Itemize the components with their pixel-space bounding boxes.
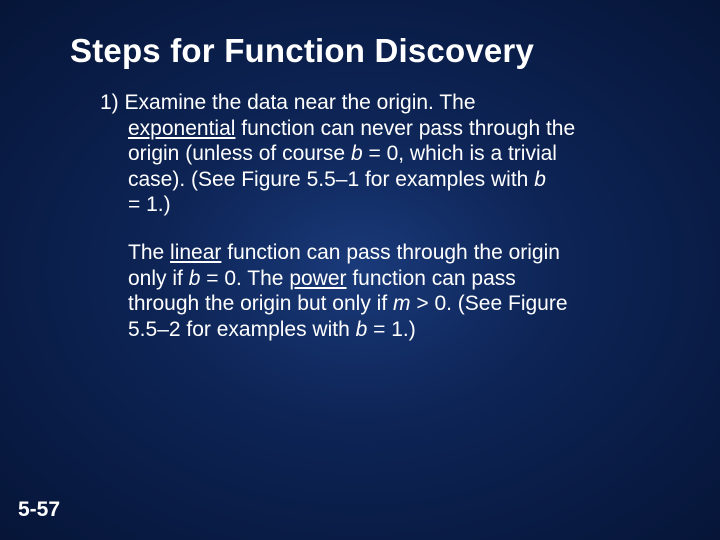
text: 1.)	[385, 318, 415, 341]
text: 1.)	[140, 193, 170, 216]
text: 0. (See Figure	[429, 292, 568, 315]
text-line: case). (See Figure 5.5–1 for examples wi…	[100, 167, 650, 193]
text-line: only if b = 0. The power function can pa…	[128, 266, 650, 292]
var-b: b	[189, 267, 207, 290]
text-line: = 1.)	[100, 192, 650, 218]
text: 5.5–2 for examples with	[128, 318, 356, 341]
text: case). (See Figure 5.5–1 for examples wi…	[128, 168, 534, 191]
equals-symbol: =	[368, 142, 380, 165]
text-line: 5.5–2 for examples with b = 1.)	[128, 317, 650, 343]
text: function can pass	[347, 267, 516, 290]
text: origin (unless of course	[128, 142, 351, 165]
text: only if	[128, 267, 189, 290]
equals-symbol: =	[373, 318, 385, 341]
underline-exponential: exponential	[128, 117, 235, 140]
slide: Steps for Function Discovery 1) Examine …	[0, 0, 720, 540]
page-number: 5-57	[18, 498, 60, 522]
equals-symbol: =	[206, 267, 218, 290]
text: function can pass through the origin	[221, 241, 560, 264]
text-line: The linear function can pass through the…	[128, 240, 650, 266]
text: function can never pass through the	[235, 117, 575, 140]
slide-body: 1) Examine the data near the origin. The…	[0, 70, 720, 342]
text: Examine the data near the origin. The	[125, 91, 476, 114]
text-line: origin (unless of course b = 0, which is…	[100, 141, 650, 167]
text: 0, which is a trivial	[381, 142, 557, 165]
text: The	[128, 241, 170, 264]
text-line: through the origin but only if m > 0. (S…	[128, 291, 650, 317]
equals-symbol: =	[128, 193, 140, 216]
step-1: 1) Examine the data near the origin. The…	[100, 90, 650, 218]
var-b: b	[534, 168, 546, 191]
paragraph-2: The linear function can pass through the…	[100, 240, 650, 342]
underline-linear: linear	[170, 241, 221, 264]
var-m: m	[393, 292, 416, 315]
var-b: b	[356, 318, 374, 341]
underline-power: power	[289, 267, 346, 290]
greater-than-symbol: >	[416, 292, 428, 315]
text-line: exponential function can never pass thro…	[100, 116, 650, 142]
var-b: b	[351, 142, 369, 165]
slide-title: Steps for Function Discovery	[0, 0, 720, 70]
text: through the origin but only if	[128, 292, 393, 315]
step-number: 1)	[100, 91, 125, 114]
text: 0. The	[218, 267, 289, 290]
